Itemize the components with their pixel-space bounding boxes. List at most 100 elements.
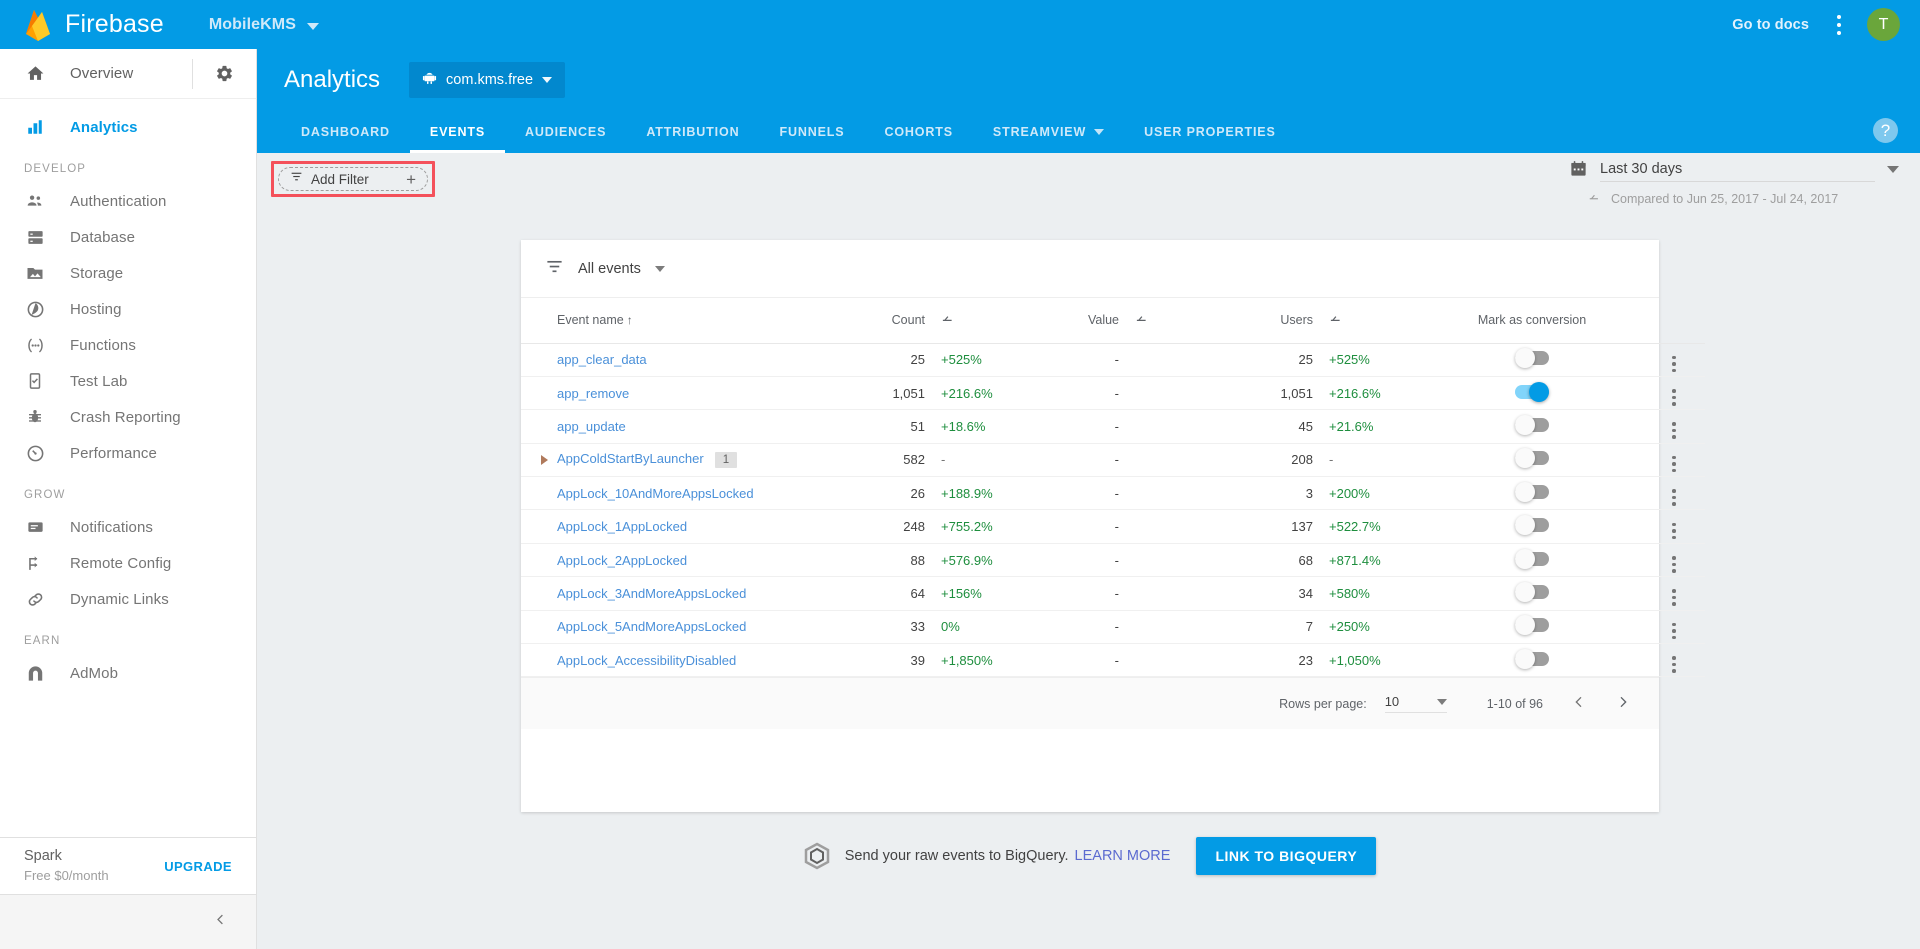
table-row[interactable]: AppLock_1AppLocked 248 +755.2% - 137 +522.7% xyxy=(521,509,1705,544)
row-overflow-menu-icon[interactable] xyxy=(1672,589,1676,606)
hosting-globe-icon xyxy=(22,300,48,319)
sidebar-item-database[interactable]: Database xyxy=(0,219,256,255)
top-bar-overflow-menu-icon[interactable] xyxy=(1837,14,1841,35)
event-name-link[interactable]: AppLock_10AndMoreAppsLocked xyxy=(557,486,754,501)
sidebar-item-dynamic-links[interactable]: Dynamic Links xyxy=(0,581,256,617)
table-row[interactable]: AppLock_3AndMoreAppsLocked 64 +156% - 34 +580… xyxy=(521,576,1705,611)
sidebar-item-label-authentication: Authentication xyxy=(70,192,167,210)
table-row[interactable]: AppColdStartByLauncher 1 582- -208- xyxy=(521,443,1705,478)
row-overflow-menu-icon[interactable] xyxy=(1672,455,1676,473)
conversion-toggle[interactable] xyxy=(1515,615,1549,636)
cell-row-menu xyxy=(1643,610,1705,645)
avatar[interactable]: T xyxy=(1867,8,1900,41)
conversion-toggle[interactable] xyxy=(1515,481,1549,502)
sidebar-item-authentication[interactable]: Authentication xyxy=(0,183,256,219)
events-table-head: Event name ↑ Count Value Users Mark as co… xyxy=(521,298,1705,344)
row-overflow-menu-icon[interactable] xyxy=(1672,355,1676,373)
event-name-link[interactable]: AppColdStartByLauncher xyxy=(557,451,704,466)
event-name-link[interactable]: app_clear_data xyxy=(557,352,647,367)
sidebar-item-crash-reporting[interactable]: Crash Reporting xyxy=(0,399,256,435)
sidebar-item-storage[interactable]: Storage xyxy=(0,255,256,291)
event-name-link[interactable]: app_update xyxy=(557,419,626,434)
event-name-link[interactable]: AppLock_1AppLocked xyxy=(557,519,687,534)
event-name-link[interactable]: app_remove xyxy=(557,386,629,401)
row-overflow-menu-icon[interactable] xyxy=(1672,522,1676,540)
sidebar-item-hosting[interactable]: Hosting xyxy=(0,291,256,327)
sidebar-item-remote-config[interactable]: Remote Config xyxy=(0,545,256,581)
tab-streamview[interactable]: STREAMVIEW xyxy=(973,111,1124,153)
cell-count: 33 xyxy=(839,610,925,645)
sidebar-item-overview[interactable]: Overview xyxy=(0,49,256,99)
cell-count: 88 xyxy=(839,543,925,578)
column-header-count[interactable]: Count xyxy=(839,298,925,344)
rows-per-page-select[interactable]: 10 xyxy=(1384,694,1447,714)
column-header-event-name[interactable]: Event name ↑ xyxy=(521,298,839,344)
all-events-chevron-down-icon[interactable] xyxy=(654,265,665,272)
date-range-label: Last 30 days xyxy=(1600,161,1875,182)
link-to-bigquery-button[interactable]: LINK TO BIGQUERY xyxy=(1196,837,1377,875)
pagination-prev-chevron-left-icon[interactable] xyxy=(1571,694,1587,714)
tab-events[interactable]: EVENTS xyxy=(409,111,506,153)
table-row[interactable]: app_clear_data 25 +525% -25 +525% xyxy=(521,343,1705,377)
add-filter-button[interactable]: Add Filter + xyxy=(278,167,428,191)
tab-dashboard[interactable]: DASHBOARD xyxy=(281,111,410,153)
row-overflow-menu-icon[interactable] xyxy=(1672,656,1676,673)
table-row[interactable]: app_update 51 +18.6% - 45 +21.6% xyxy=(521,409,1705,444)
table-row[interactable]: app_remove 1,051 +216.6% -1,051 +216.6% xyxy=(521,376,1705,411)
event-name-link[interactable]: AppLock_3AndMoreAppsLocked xyxy=(557,586,746,601)
row-expand-triangle-icon[interactable] xyxy=(541,454,548,465)
tab-audiences[interactable]: AUDIENCES xyxy=(505,111,626,153)
cell-event-name: app_remove xyxy=(521,376,839,411)
sidebar-item-notifications[interactable]: Notifications xyxy=(0,509,256,545)
app-selector-chip[interactable]: com.kms.free xyxy=(409,62,566,98)
column-header-count-delta[interactable] xyxy=(925,298,1033,344)
sidebar-item-test-lab[interactable]: Test Lab xyxy=(0,363,256,399)
sidebar-collapse-button[interactable] xyxy=(0,894,256,949)
row-overflow-menu-icon[interactable] xyxy=(1672,556,1676,573)
column-header-value[interactable]: Value xyxy=(1033,298,1119,344)
tab-cohorts[interactable]: COHORTS xyxy=(864,111,972,153)
sidebar-item-analytics[interactable]: Analytics xyxy=(0,109,256,145)
calendar-icon xyxy=(1569,159,1588,183)
filter-list-icon[interactable] xyxy=(545,257,564,281)
date-range-picker[interactable]: Last 30 days Compared to Jun 25, 2017 - … xyxy=(1569,159,1899,207)
row-overflow-menu-icon[interactable] xyxy=(1672,622,1676,640)
pagination-next-chevron-right-icon[interactable] xyxy=(1615,694,1631,714)
conversion-toggle[interactable] xyxy=(1515,448,1549,469)
go-to-docs-link[interactable]: Go to docs xyxy=(1732,17,1809,33)
row-overflow-menu-icon[interactable] xyxy=(1672,422,1676,439)
conversion-toggle[interactable] xyxy=(1515,648,1549,669)
sidebar-item-functions[interactable]: Functions xyxy=(0,327,256,363)
conversion-toggle[interactable] xyxy=(1515,381,1549,402)
conversion-toggle[interactable] xyxy=(1515,515,1549,536)
bigquery-learn-more-link[interactable]: LEARN MORE xyxy=(1075,848,1171,864)
tab-attribution[interactable]: ATTRIBUTION xyxy=(626,111,759,153)
conversion-toggle[interactable] xyxy=(1515,548,1549,569)
sidebar-item-performance[interactable]: Performance xyxy=(0,435,256,471)
row-overflow-menu-icon[interactable] xyxy=(1672,489,1676,506)
event-name-link[interactable]: AppLock_AccessibilityDisabled xyxy=(557,653,736,668)
table-row[interactable]: AppLock_5AndMoreAppsLocked 33 0% - 7 +250% xyxy=(521,610,1705,645)
upgrade-button[interactable]: UPGRADE xyxy=(164,859,232,874)
conversion-toggle[interactable] xyxy=(1515,414,1549,435)
all-events-label[interactable]: All events xyxy=(578,261,641,277)
column-header-users[interactable]: Users xyxy=(1227,298,1313,344)
event-name-link[interactable]: AppLock_2AppLocked xyxy=(557,553,687,568)
conversion-toggle[interactable] xyxy=(1515,348,1549,369)
table-row[interactable]: AppLock_2AppLocked 88 +576.9% - 68 +871.4% xyxy=(521,543,1705,578)
table-row[interactable]: AppLock_10AndMoreAppsLocked 26 +188.9% - 3 +2… xyxy=(521,476,1705,511)
conversion-toggle[interactable] xyxy=(1515,581,1549,602)
tab-user-properties[interactable]: USER PROPERTIES xyxy=(1124,111,1296,153)
help-question-icon[interactable]: ? xyxy=(1873,118,1898,143)
cell-users: 1,051 xyxy=(1227,376,1313,411)
tab-funnels[interactable]: FUNNELS xyxy=(759,111,864,153)
event-name-link[interactable]: AppLock_5AndMoreAppsLocked xyxy=(557,619,746,634)
column-header-users-delta[interactable] xyxy=(1313,298,1421,344)
column-header-value-delta[interactable] xyxy=(1119,298,1227,344)
sidebar-item-admob[interactable]: AdMob xyxy=(0,655,256,691)
row-overflow-menu-icon[interactable] xyxy=(1672,389,1676,406)
project-switcher-chevron-down-icon[interactable] xyxy=(307,23,319,30)
table-row[interactable]: AppLock_AccessibilityDisabled 39 +1,850% - 2… xyxy=(521,643,1705,678)
project-switcher-label[interactable]: MobileKMS xyxy=(209,16,296,34)
gear-icon[interactable] xyxy=(192,58,234,89)
